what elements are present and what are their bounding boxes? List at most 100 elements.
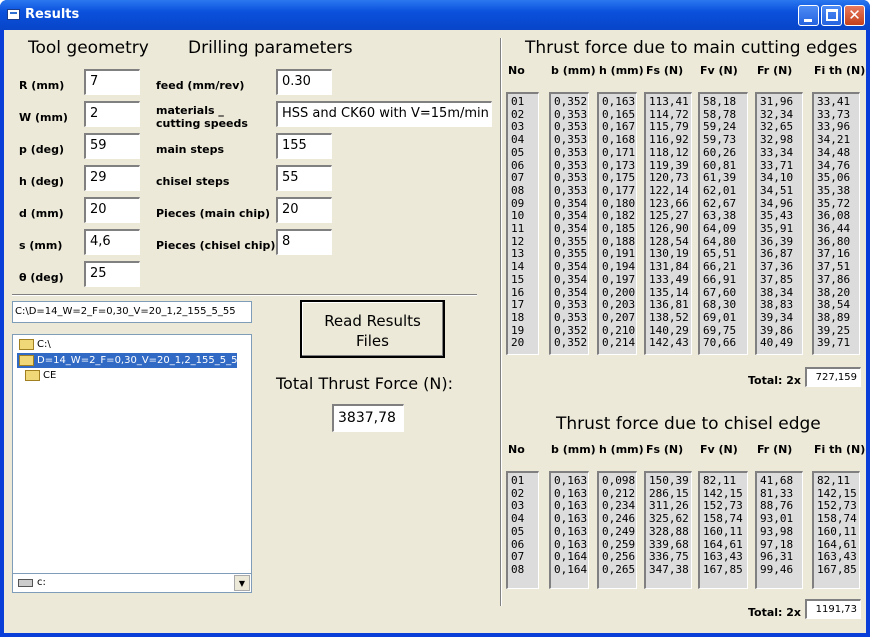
geometry-input[interactable]: 59 [84, 133, 140, 159]
drilling-input[interactable]: 8 [276, 229, 332, 255]
column-values[interactable]: 0,352 0,353 0,353 0,353 0,353 0,353 0,353 0,353… [549, 92, 589, 355]
cell: 39,34 [760, 310, 794, 324]
cell: 150,39 [649, 474, 689, 487]
dir-item-root[interactable]: C:\ [17, 337, 51, 352]
geometry-input[interactable]: 25 [84, 261, 140, 287]
drilling-input[interactable]: 20 [276, 197, 332, 223]
column-values[interactable]: 01 02 03 04 05 06 07 08 09 10 11 12 13 14 15 16 17 18 19 20 [506, 92, 539, 355]
cell: 0,265 [602, 562, 636, 576]
column-values[interactable]: 0,098 0,212 0,234 0,246 0,249 0,259 0,256 0,265 [597, 471, 637, 589]
geometry-input[interactable]: 2 [84, 101, 140, 127]
cell: 05 [511, 145, 525, 159]
total-thrust-label: Total Thrust Force (N): [276, 374, 453, 393]
cell: 37,85 [760, 272, 794, 286]
cell: 0,185 [602, 222, 636, 236]
drilling-label: Pieces (main chip) [156, 207, 271, 220]
cell: 08 [511, 183, 525, 197]
cell: 0,246 [602, 512, 636, 526]
cell: 32,98 [760, 133, 794, 147]
geometry-input[interactable]: 4,6 [84, 229, 140, 255]
cell: 37,36 [760, 260, 794, 274]
column-values[interactable]: 82,11 142,15 152,73 158,74 160,11 164,61 163,4… [812, 471, 860, 589]
cell: 138,52 [649, 310, 689, 324]
cell: 0,163 [554, 524, 588, 538]
dir-item-ce[interactable]: CE [23, 368, 56, 383]
cell: 0,352 [554, 95, 588, 108]
column-values[interactable]: 33,41 33,73 33,96 34,21 34,48 34,76 35,06 35,38… [812, 92, 860, 355]
cell: 167,85 [703, 562, 743, 576]
chisel-total-value[interactable]: 1191,73 [805, 599, 861, 619]
cell: 93,98 [760, 524, 794, 538]
column-values[interactable]: 113,41 114,72 115,79 116,92 118,12 119,39 120,… [644, 92, 692, 355]
cell: 158,74 [817, 512, 857, 526]
cell: 99,46 [760, 562, 794, 576]
directory-list[interactable]: C:\ D=14_W=2_F=0,30_V=20_1,2_155_5_55 CE [12, 334, 252, 592]
cell: 0,163 [554, 474, 588, 487]
dir-item-selected[interactable]: D=14_W=2_F=0,30_V=20_1,2_155_5_55 [17, 353, 244, 368]
cell: 33,34 [760, 145, 794, 159]
cell: 0,168 [602, 133, 636, 147]
geometry-input[interactable]: 29 [84, 165, 140, 191]
cell: 0,163 [602, 95, 636, 108]
drilling-input[interactable]: 155 [276, 133, 332, 159]
maximize-button[interactable] [821, 5, 842, 26]
title-bar[interactable]: Results ✕ [0, 0, 870, 30]
drilling-input[interactable]: 0.30 [276, 69, 332, 95]
geometry-label: W (mm) [19, 111, 68, 124]
geometry-input[interactable]: 20 [84, 197, 140, 223]
cell: 0,352 [554, 336, 588, 350]
close-icon: ✕ [848, 6, 861, 24]
cell: 38,89 [817, 310, 851, 324]
cell: 04 [511, 512, 525, 526]
column-values[interactable]: 58,18 58,78 59,24 59,73 60,26 60,81 61,39 62,01… [698, 92, 748, 355]
column-values[interactable]: 0,163 0,165 0,167 0,168 0,171 0,173 0,175 0,177… [597, 92, 637, 355]
cell: 58,18 [703, 95, 737, 108]
column-header: b (mm) [551, 64, 596, 77]
cell: 14 [511, 260, 525, 274]
cell: 0,177 [602, 183, 636, 197]
cell: 325,62 [649, 512, 689, 526]
geometry-label: p (deg) [19, 143, 64, 156]
column-values[interactable]: 150,39 286,15 311,26 325,62 328,88 339,68 336,… [644, 471, 692, 589]
column-values[interactable]: 41,68 81,33 88,76 93,01 93,98 97,18 96,31 99,46 [755, 471, 803, 589]
chevron-down-icon[interactable]: ▼ [234, 575, 250, 591]
column-header: Fv (N) [700, 443, 738, 456]
column-values[interactable]: 01 02 03 04 05 06 07 08 [506, 471, 539, 589]
cell: 142,43 [649, 336, 689, 350]
cell: 158,74 [703, 512, 743, 526]
column-values[interactable]: 82,11 142,15 152,73 158,74 160,11 164,61 163,4… [698, 471, 748, 589]
cell: 0,353 [554, 310, 588, 324]
cell: 34,48 [817, 145, 851, 159]
open-folder-icon [19, 339, 34, 350]
column-header: Fi th (N) [814, 64, 866, 77]
path-field[interactable]: C:\D=14_W=2_F=0,30_V=20_1,2_155_5_55 [12, 301, 252, 323]
cell: 37,51 [817, 260, 851, 274]
cell: 82,11 [703, 474, 737, 487]
geometry-label: s (mm) [19, 239, 63, 252]
cell: 133,49 [649, 272, 689, 286]
cell: 70,66 [703, 336, 737, 350]
cell: 18 [511, 310, 525, 324]
cell: 36,44 [817, 222, 851, 236]
main-total-value[interactable]: 727,159 [805, 367, 861, 387]
cell: 160,11 [703, 524, 743, 538]
read-results-button[interactable]: Read Results Files [300, 300, 445, 358]
column-values[interactable]: 0,163 0,163 0,163 0,163 0,163 0,163 0,164 0,164 [549, 471, 589, 589]
total-thrust-value[interactable]: 3837,78 [332, 404, 404, 432]
window-title: Results [25, 7, 80, 22]
minimize-button[interactable] [798, 5, 819, 26]
geometry-label: h (deg) [19, 175, 64, 188]
drilling-input[interactable]: HSS and CK60 with V=15m/min [276, 101, 492, 127]
cell: 05 [511, 524, 525, 538]
folder-icon [25, 370, 40, 381]
drilling-label: Pieces (chisel chip) [156, 239, 276, 252]
drive-select[interactable]: c: ▼ [12, 573, 252, 593]
close-button[interactable]: ✕ [844, 5, 865, 26]
drilling-input[interactable]: 55 [276, 165, 332, 191]
window-icon [7, 9, 20, 20]
geometry-input[interactable]: 7 [84, 69, 140, 95]
cell: 41,68 [760, 474, 794, 487]
cell: 01 [511, 95, 525, 108]
cell: 34,51 [760, 183, 794, 197]
column-values[interactable]: 31,96 32,34 32,65 32,98 33,34 33,71 34,10 34,51… [755, 92, 803, 355]
